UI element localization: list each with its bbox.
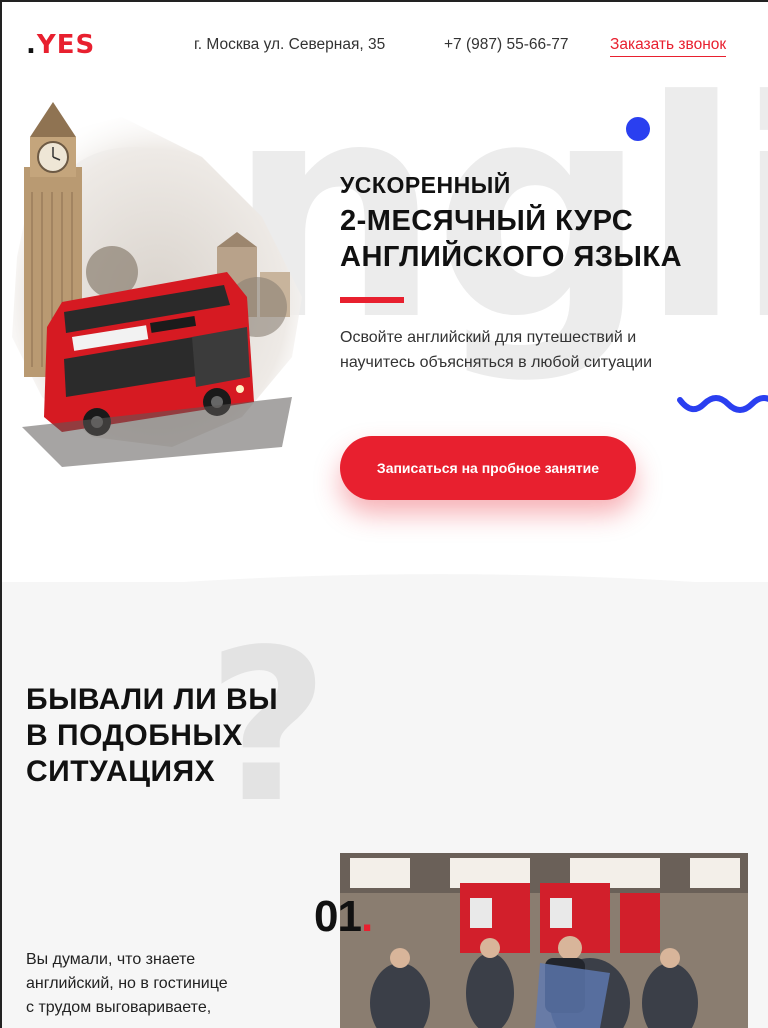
item-number-dot: . — [360, 892, 373, 941]
situations-title-line2: в подобных — [26, 719, 243, 752]
situations-title-line1: Бывали ли вы — [26, 683, 279, 716]
hero-subtitle-line1: Освойте английский для путешествий и — [340, 329, 637, 346]
blue-wave-decoration — [677, 395, 768, 413]
situation-description: Вы думали, что знаете английский, но в г… — [26, 948, 276, 1020]
situations-title: Бывали ли вы в подобных ситуациях — [26, 682, 326, 790]
hero-title-line1: 2-месячный курс — [340, 205, 634, 237]
london-bus-illustration — [12, 102, 302, 467]
item-number: 01. — [314, 892, 373, 942]
blue-dot-decoration — [626, 117, 650, 141]
hero-subtitle-line2: научитесь объясняться в любой ситуации — [340, 354, 653, 371]
situation-text-line1: Вы думали, что знаете — [26, 951, 196, 968]
train-station-photo — [340, 853, 748, 1028]
situation-text-line2: английский, но в гостинице — [26, 975, 228, 992]
situations-title-line3: ситуациях — [26, 755, 216, 788]
trial-lesson-button[interactable]: Записаться на пробное занятие — [340, 436, 636, 500]
hero-title-line2: английского языка — [340, 241, 683, 273]
hero-subtitle: Освойте английский для путешествий и нау… — [340, 325, 700, 375]
situation-text-line3: с трудом выговариваете, — [26, 999, 212, 1016]
hero-content: Ускоренный 2-месячный курс английского я… — [340, 172, 700, 375]
item-number-digits: 01 — [314, 892, 362, 941]
hero-kicker: Ускоренный — [340, 172, 511, 198]
landing-page: .YES г. Москва ул. Северная, 35 +7 (987)… — [2, 2, 768, 1028]
red-accent-bar — [340, 297, 404, 303]
hero-title: 2-месячный курс английского языка — [340, 203, 700, 275]
